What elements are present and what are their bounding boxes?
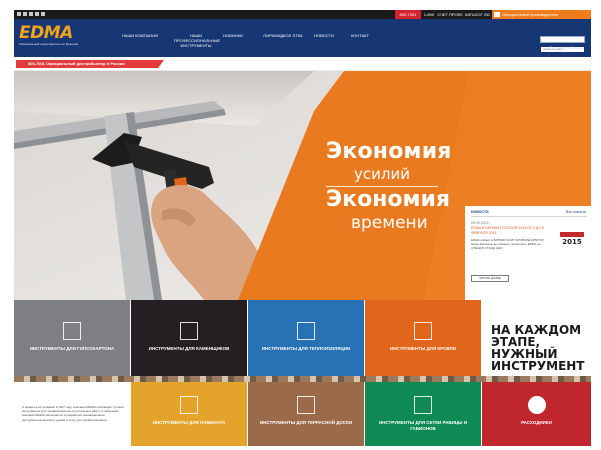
category-label: ИНСТРУМЕНТЫ ДЛЯ ГИПСОКАРТОНА [29,346,115,351]
category-label: ИНСТРУМЕНТЫ ДЛЯ ЛАМИНАТА [152,420,226,425]
category-tile-mesh[interactable]: ИНСТРУМЕНТЫ ДЛЯ СЕТКИ РАБИЦЫ И ГАБИОНОВ [365,382,481,446]
nav-tools[interactable]: НАШИ ПРОФЕССИОНАЛЬНЫЕ ИНСТРУМЕНТЫ [174,33,220,48]
category-label: ИНСТРУМЕНТЫ ДЛЯ КАМЕНЩИКОВ [148,346,230,351]
category-label: ИНСТРУМЕНТЫ ДЛЯ ТЕПЛОИЗОЛЯЦИИ [261,346,351,351]
top-utility-bar: 800-7001 1-800 СЧЕТ ПРОЕК КАТАЛОГ 2020 О… [14,10,591,19]
news-heading: НОВОСТИ [471,210,489,214]
logo-wordmark: EDMA [19,23,73,43]
advanced-search-link[interactable]: Расширенный поиск [550,46,583,50]
category-label: ИНСТРУМЕНТЫ ДЛЯ КРОВЛИ [389,346,457,351]
nav-contact[interactable]: КОНТАКТ [345,33,375,38]
category-tile-insulation[interactable]: ИНСТРУМЕНТЫ ДЛЯ ТЕПЛОИЗОЛЯЦИИ [248,300,364,382]
category-tile-laminate[interactable]: ИНСТРУМЕНТЫ ДЛЯ ЛАМИНАТА [131,382,247,446]
page-frame: 800-7001 1-800 СЧЕТ ПРОЕК КАТАЛОГ 2020 О… [14,10,591,446]
roof-tool-icon [414,322,432,340]
category-tile-masonry[interactable]: ИНСТРУМЕНТЫ ДЛЯ КАМЕНЩИКОВ [131,300,247,382]
laminate-icon [180,396,198,414]
hero-line-2: усилий [354,165,410,183]
news-title[interactable]: EDMA В БАТИМАТ РОССИЯ 2015 ОТ 2 ДО 6 ФЕВ… [471,226,551,235]
slogan-text: НА КАЖДОМ ЭТАПЕ, НУЖНЫЙ ИНСТРУМЕНТ [491,323,585,373]
nav-news[interactable]: НОВОСТИ [310,33,338,38]
promo-strip: 800-7001 Официальный дистрибьютор в Росс… [14,57,591,71]
promo-tag[interactable]: 800-7001 Официальный дистрибьютор в Росс… [16,60,164,68]
hero-line-3: Экономия [326,187,451,212]
about-block: С момента её создания в 1927 году, компа… [14,382,131,446]
official-producer-label: Официальный производитель [502,12,558,17]
nav-new[interactable]: НОВИНКИ [218,33,248,38]
news-date: 05.09.2015 [471,221,489,225]
insulation-icon [297,322,315,340]
social-icons[interactable] [17,12,45,16]
category-tile-drywall[interactable]: ИНСТРУМЕНТЫ ДЛЯ ГИПСОКАРТОНА [14,300,130,382]
official-producer-link[interactable]: Официальный производитель [492,10,591,19]
logo-subtitle: Официальный представитель во Франции [19,42,79,46]
news-divider [471,216,587,217]
read-more-button[interactable]: ЧИТАТЬ ДАЛЕЕ [471,275,509,282]
hero-banner[interactable]: Экономия усилий Экономия времени НОВОСТИ… [14,71,591,300]
nav-pyramid[interactable]: ПИРАМИДКОЛ ЭТКА [261,33,305,38]
mesh-icon [414,396,432,414]
drywall-icon [63,322,81,340]
project-link[interactable]: СЧЕТ ПРОЕК [437,10,463,19]
category-label: ИНСТРУМЕНТЫ ДЛЯ ТЕРРАСНОЙ ДОСКИ [259,420,353,425]
flag-icon [494,12,500,17]
catalog-link[interactable]: КАТАЛОГ 2020 [465,10,490,19]
hotline-link[interactable]: 1-800 [423,10,435,19]
promo-text: 800-7001 Официальный дистрибьютор в Росс… [28,61,125,66]
hero-line-4: времени [351,213,428,233]
search-box[interactable] [540,36,585,52]
category-label: ИНСТРУМЕНТЫ ДЛЯ СЕТКИ РАБИЦЫ И ГАБИОНОВ [378,420,468,431]
expo-year: 2015 [562,238,582,246]
main-header: EDMA Официальный представитель во Франци… [14,19,591,57]
phone-button[interactable]: 800-7001 [395,10,421,19]
nav-companies[interactable]: НАШИ КОМПАНИИ [120,33,160,38]
category-tile-roofing[interactable]: ИНСТРУМЕНТЫ ДЛЯ КРОВЛИ [365,300,481,382]
trowel-icon [180,322,198,340]
gear-icon [527,396,546,414]
edma-logo[interactable]: EDMA Официальный представитель во Франци… [19,24,81,50]
category-label: РАСХОДНИКИ [521,420,552,425]
batimat-expo-badge[interactable]: 2015 [560,232,584,260]
category-tile-consumables[interactable]: РАСХОДНИКИ [482,382,591,446]
news-panel: НОВОСТИ Все новости 05.09.2015 EDMA В БА… [465,206,591,300]
decking-icon [297,396,315,414]
hero-line-1: Экономия [326,139,452,164]
slogan-block: НА КАЖДОМ ЭТАПЕ, НУЖНЫЙ ИНСТРУМЕНТ [482,300,591,382]
category-tile-decking[interactable]: ИНСТРУМЕНТЫ ДЛЯ ТЕРРАСНОЙ ДОСКИ [248,382,364,446]
news-body: EDMA примет в BATIMAT 2015 ГОЛОВ RELOPMY… [471,238,545,250]
about-text: С момента её создания в 1927 году, компа… [22,405,124,422]
all-news-link[interactable]: Все новости [566,210,586,214]
